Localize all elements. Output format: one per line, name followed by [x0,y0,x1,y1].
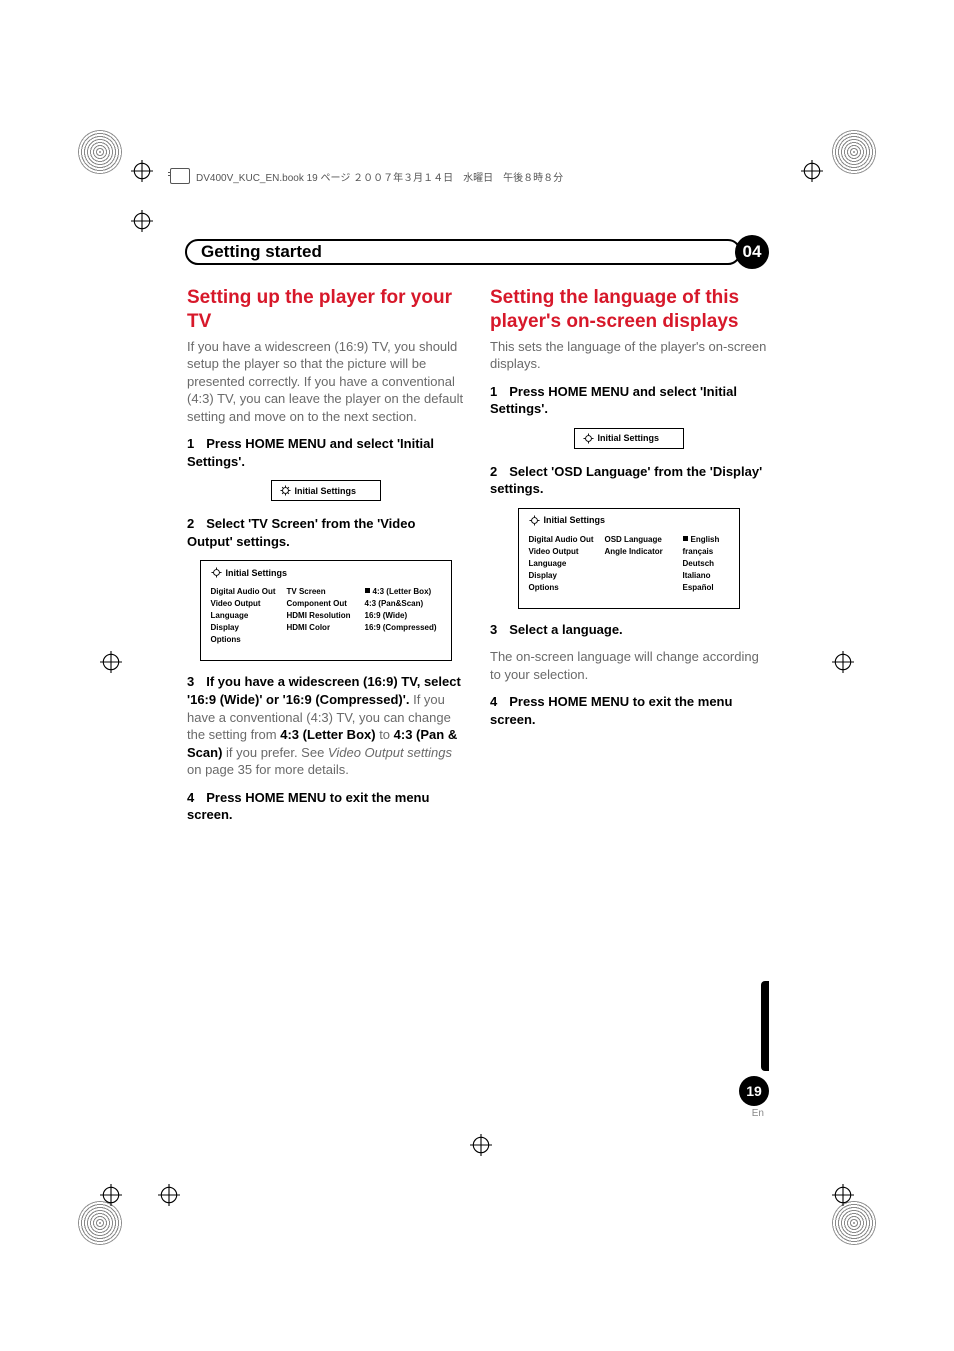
menu-option: français [683,546,729,558]
ui-initial-settings-small: Initial Settings [271,480,381,501]
section-heading: Setting up the player for your TV [187,286,464,334]
registration-mark-icon [131,160,153,182]
ui-label: Initial Settings [598,433,660,443]
source-file-header: DV400V_KUC_EN.book 19 ページ ２００７年３月１４日 水曜日… [170,168,563,184]
registration-mark-icon [131,210,153,232]
menu-item: Language [211,610,279,622]
menu-item: Angle Indicator [605,546,675,558]
step-4: 4Press HOME MENU to exit the menu screen… [187,789,464,824]
menu-item: Options [529,582,597,594]
menu-item: OSD Language [605,534,675,546]
section-heading: Setting the language of this player's on… [490,286,767,334]
menu-item: Video Output [529,546,597,558]
gear-icon [583,433,594,444]
print-ring [832,1201,876,1245]
menu-item: Display [529,570,597,582]
menu-option-selected: 4:3 (Letter Box) [365,586,441,598]
menu-option-selected: English [683,534,729,546]
menu-item: Language [529,558,597,570]
menu-option: Deutsch [683,558,729,570]
menu-option: 4:3 (Pan&Scan) [365,598,441,610]
menu-item: Options [211,634,279,646]
menu-item: Component Out [287,598,357,610]
intro-paragraph: If you have a widescreen (16:9) TV, you … [187,338,464,426]
step-1: 1Press HOME MENU and select 'Initial Set… [490,383,767,418]
step-3: 3If you have a widescreen (16:9) TV, sel… [187,673,464,778]
print-ring [832,130,876,174]
gear-icon [280,485,291,496]
source-file-text: DV400V_KUC_EN.book 19 ページ ２００７年３月１４日 水曜日… [196,169,563,184]
menu-item: HDMI Color [287,622,357,634]
menu-item: TV Screen [287,586,357,598]
menu-option: 16:9 (Wide) [365,610,441,622]
menu-option: Italiano [683,570,729,582]
step-1: 1Press HOME MENU and select 'Initial Set… [187,435,464,470]
page-language: En [752,1108,764,1119]
menu-item: Digital Audio Out [529,534,597,546]
print-ring [78,130,122,174]
registration-mark-icon [100,651,122,673]
chapter-title: Getting started [201,242,322,262]
menu-item: HDMI Resolution [287,610,357,622]
registration-mark-icon [158,1184,180,1206]
book-icon [170,168,190,184]
intro-paragraph: This sets the language of the player's o… [490,338,767,373]
menu-title: Initial Settings [226,568,288,578]
print-ring [78,1201,122,1245]
ui-osd-language-menu: Initial Settings Digital Audio Out Video… [518,508,740,609]
menu-item: Digital Audio Out [211,586,279,598]
page-number-badge: 19 [739,1076,769,1106]
side-tab [761,981,769,1071]
registration-mark-icon [470,1134,492,1156]
step-3: 3Select a language. [490,621,767,639]
gear-icon [529,515,540,526]
registration-mark-icon [100,1184,122,1206]
registration-mark-icon [801,160,823,182]
registration-mark-icon [832,651,854,673]
right-column: Setting the language of this player's on… [490,286,767,834]
registration-mark-icon [832,1184,854,1206]
menu-option: Español [683,582,729,594]
gear-icon [211,567,222,578]
step-4: 4Press HOME MENU to exit the menu screen… [490,693,767,728]
step-2: 2Select 'OSD Language' from the 'Display… [490,463,767,498]
menu-item: Display [211,622,279,634]
menu-option: 16:9 (Compressed) [365,622,441,634]
ui-label: Initial Settings [295,486,357,496]
menu-item: Video Output [211,598,279,610]
ui-initial-settings-small: Initial Settings [574,428,684,449]
ui-video-output-menu: Initial Settings Digital Audio Out Video… [200,560,452,661]
left-column: Setting up the player for your TV If you… [187,286,464,834]
step-3-body: The on-screen language will change accor… [490,648,767,683]
menu-title: Initial Settings [544,515,606,525]
step-2: 2Select 'TV Screen' from the 'Video Outp… [187,515,464,550]
chapter-number-badge: 04 [735,235,769,269]
chapter-bar: Getting started 04 [185,239,769,265]
